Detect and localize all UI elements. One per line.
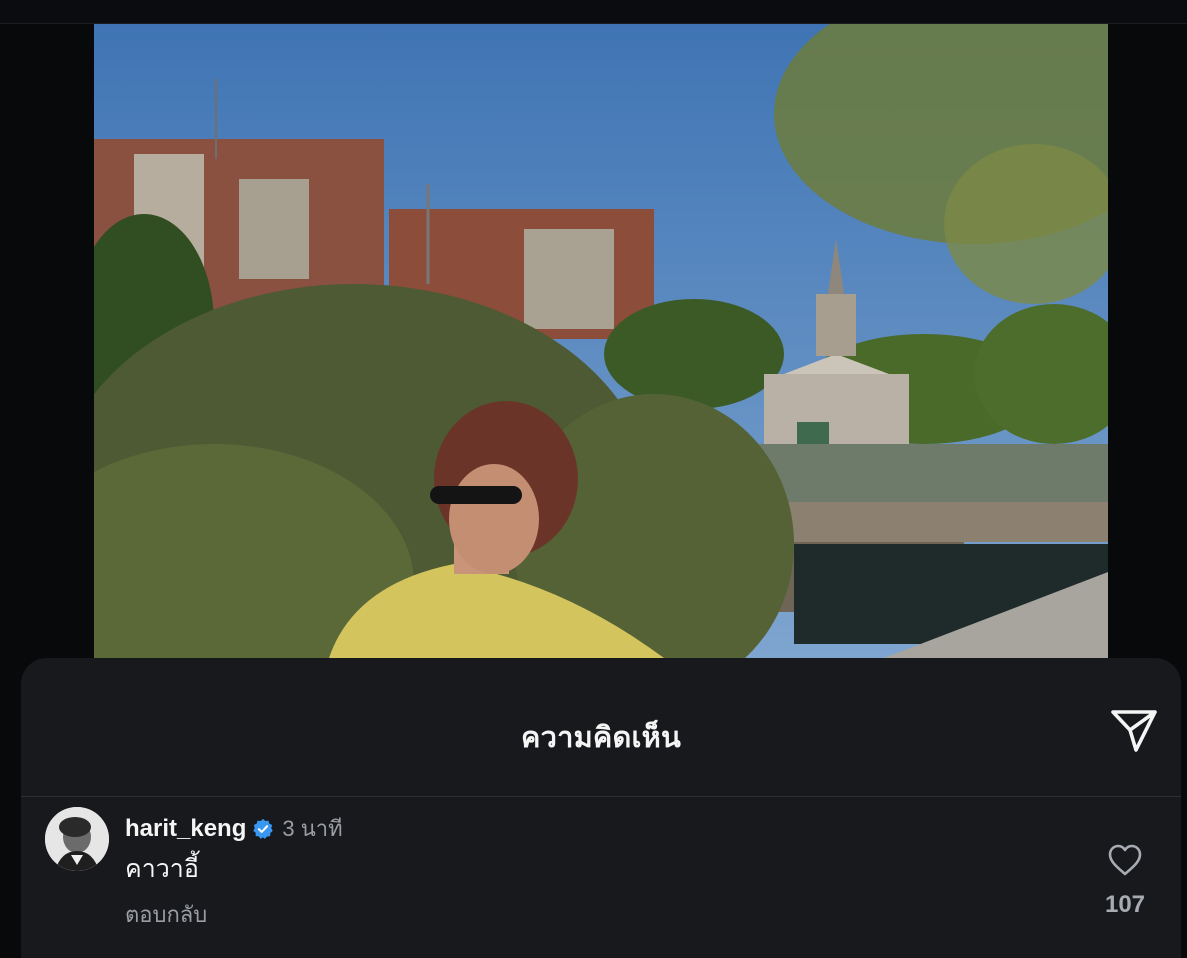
reply-button[interactable]: ตอบกลับ (125, 897, 207, 932)
top-bar (0, 0, 1187, 24)
comment-item: harit_keng 3 นาที คาวาอี้ ตอบกลับ 107 (21, 797, 1181, 957)
post-photo-image (94, 24, 1108, 658)
like-count: 107 (1104, 891, 1146, 918)
comment-text: คาวาอี้ (125, 855, 199, 883)
comment-timestamp: 3 นาที (282, 816, 343, 841)
heart-outline-icon[interactable] (1107, 843, 1143, 877)
comments-sheet: ความคิดเห็น harit_keng 3 นาที คาวาอี้ ตอ… (21, 658, 1181, 958)
post-photo[interactable] (94, 24, 1108, 658)
username[interactable]: harit_keng (125, 815, 246, 843)
avatar[interactable] (45, 807, 109, 871)
comment-header: harit_keng 3 นาที (125, 811, 343, 846)
verified-badge-icon (253, 818, 274, 839)
comments-title: ความคิดเห็น (521, 722, 681, 754)
send-icon[interactable] (1109, 708, 1159, 754)
comments-header: ความคิดเห็น (21, 658, 1181, 797)
